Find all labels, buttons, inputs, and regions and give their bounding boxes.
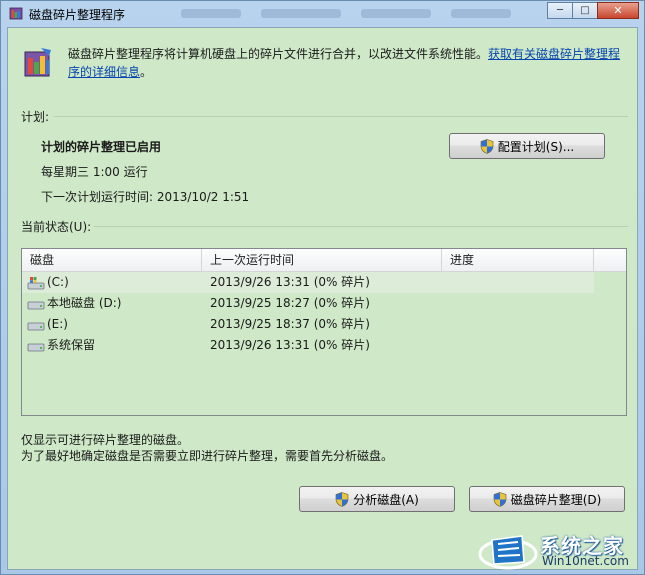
watermark-url: Win10net.com [542,554,629,568]
blurred-title-area [181,9,241,18]
schedule-section-label: 计划: [21,110,50,124]
disk-list[interactable]: 磁盘 上一次运行时间 进度 (C:) 2013/9/26 13:31 (0% 碎… [21,248,627,416]
blurred-title-area [451,9,511,18]
maximize-icon: □ [580,5,590,16]
disk-last-run: 2013/9/25 18:37 (0% 碎片) [210,317,370,331]
drive-icon [27,322,45,331]
defrag-window: 磁盘碎片整理程序 ─ □ ✕ 磁盘碎片整理程序将计算机硬盘上的碎片文件进行合并，… [0,0,645,575]
analyze-hint: 为了最好地确定磁盘是否需要立即进行碎片整理，需要首先分析磁盘。 [21,449,394,463]
maximize-button[interactable]: □ [572,2,598,19]
defrag-program-icon [24,48,51,77]
disk-list-header: 磁盘 上一次运行时间 进度 [22,249,626,272]
analyze-disk-label: 分析磁盘(A) [353,492,419,507]
uac-shield-icon [335,491,349,507]
watermark-logo-icon [478,535,538,570]
schedule-divider [54,116,628,117]
blurred-title-area [361,9,431,18]
configure-schedule-label: 配置计划(S)... [497,139,575,154]
column-header-last-run[interactable]: 上一次运行时间 [202,249,442,271]
configure-schedule-button[interactable]: 配置计划(S)... [449,133,605,159]
window-title: 磁盘碎片整理程序 [29,8,126,22]
minimize-button[interactable]: ─ [547,2,573,19]
disk-row[interactable]: 本地磁盘 (D:) 2013/9/25 18:27 (0% 碎片) [22,293,594,314]
uac-shield-icon [493,491,506,507]
defragment-disk-label: 磁盘碎片整理(D) [510,492,602,507]
description-text: 磁盘碎片整理程序将计算机硬盘上的碎片文件进行合并，以改进文件系统性能。 [68,47,489,61]
schedule-frequency: 每星期三 1:00 运行 [41,165,148,179]
column-header-disk[interactable]: 磁盘 [22,249,202,271]
defrag-app-icon [9,7,23,20]
disk-row[interactable]: (C:) 2013/9/26 13:31 (0% 碎片) [22,272,594,293]
site-watermark: 系统之家 Win10net.com [474,526,644,574]
minimize-icon: ─ [556,5,564,16]
disk-name: (C:) [47,275,69,289]
current-status-section-label: 当前状态(U): [21,220,92,234]
system-drive-icon [27,277,45,290]
disk-row[interactable]: 系统保留 2013/9/26 13:31 (0% 碎片) [22,335,594,356]
disk-last-run: 2013/9/26 13:31 (0% 碎片) [210,275,370,289]
program-description: 磁盘碎片整理程序将计算机硬盘上的碎片文件进行合并，以改进文件系统性能。获取有关磁… [68,45,628,81]
close-button[interactable]: ✕ [597,2,639,19]
window-controls: ─ □ ✕ [547,2,639,19]
current-status-divider [94,226,628,227]
next-run-time: 下一次计划运行时间: 2013/10/2 1:51 [41,190,250,204]
analyze-disk-button[interactable]: 分析磁盘(A) [299,486,455,512]
drive-icon [27,301,45,310]
disk-name: (E:) [47,317,68,331]
column-header-progress[interactable]: 进度 [442,249,594,271]
schedule-status: 计划的碎片整理已启用 [41,140,162,154]
defragment-disk-button[interactable]: 磁盘碎片整理(D) [469,486,625,512]
drive-icon [27,343,45,352]
disk-name: 系统保留 [47,338,96,352]
blurred-title-area [261,9,341,18]
title-bar[interactable]: 磁盘碎片整理程序 ─ □ ✕ [1,1,644,25]
disk-name: 本地磁盘 (D:) [47,296,122,310]
disk-last-run: 2013/9/25 18:27 (0% 碎片) [210,296,370,310]
disk-row[interactable]: (E:) 2013/9/25 18:37 (0% 碎片) [22,314,594,335]
client-area: 磁盘碎片整理程序将计算机硬盘上的碎片文件进行合并，以改进文件系统性能。获取有关磁… [7,27,638,570]
filter-note: 仅显示可进行碎片整理的磁盘。 [21,433,190,447]
description-period: 。 [140,65,153,79]
close-icon: ✕ [613,4,623,17]
uac-shield-icon [480,138,494,154]
disk-last-run: 2013/9/26 13:31 (0% 碎片) [210,338,370,352]
